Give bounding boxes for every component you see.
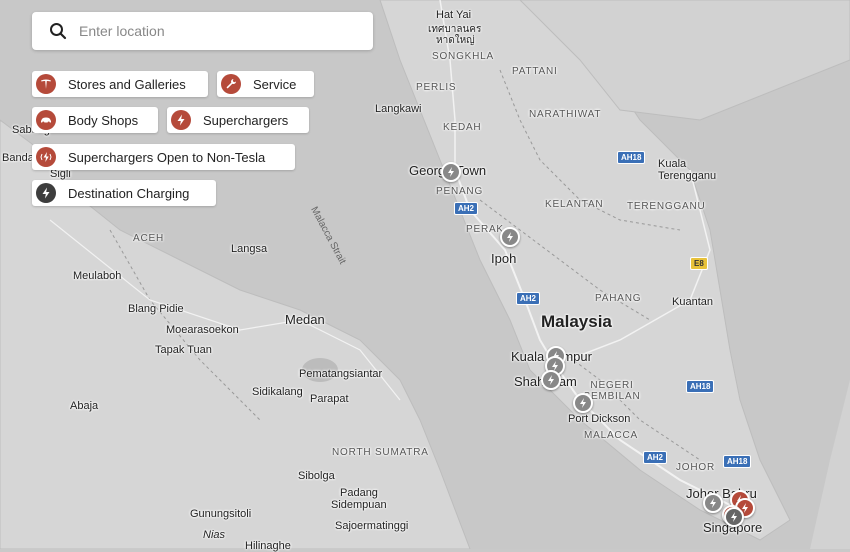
lightning-icon (548, 375, 554, 385)
location-search-bar (32, 12, 373, 50)
town-label-tapak-tuan: Tapak Tuan (155, 344, 212, 356)
car-icon (36, 110, 56, 130)
lightning-icon (580, 398, 586, 408)
town-label-abaja: Abaja (70, 400, 99, 412)
highway-shield-ah2: AH2 (516, 292, 541, 305)
town-label-langkawi: Langkawi (375, 103, 422, 115)
filter-label: Superchargers (203, 112, 289, 128)
region-label-north-sumatra: NORTH SUMATRA (332, 447, 429, 458)
charger-marker[interactable] (441, 162, 461, 182)
lightning-icon (171, 110, 191, 130)
town-label-sibolga: Sibolga (298, 470, 335, 482)
town-label-banda: Banda (2, 152, 34, 164)
region-label-terengganu: TERENGGANU (627, 201, 706, 212)
region-label-johor: JOHOR (676, 462, 715, 473)
lightning-plug-icon (36, 147, 56, 167)
lightning-icon (731, 512, 737, 522)
tesla-logo-icon (36, 74, 56, 94)
highway-shield-e8: E8 (690, 257, 708, 270)
location-search-input[interactable] (77, 22, 373, 40)
town-label-nias: Nias (203, 529, 226, 541)
town-label-padang: Padang (340, 487, 378, 499)
filter-stores-and-galleries[interactable]: Stores and Galleries (32, 71, 208, 97)
filter-service[interactable]: Service (217, 71, 314, 97)
filter-superchargers-non-tesla[interactable]: Superchargers Open to Non-Tesla (32, 144, 295, 170)
lightning-icon (507, 232, 513, 242)
search-icon[interactable] (49, 22, 67, 40)
town-label-sidempuan: Sidempuan (331, 499, 387, 511)
charger-marker[interactable] (724, 507, 744, 527)
region-label-pahang: PAHANG (595, 293, 642, 304)
city-label-hat-yai-thai: หาดใหญ่ (436, 35, 475, 46)
town-label-moearasoekon: Moearasoekon (166, 324, 239, 336)
city-label-kuantan: Kuantan (672, 296, 713, 308)
town-label-sajoermatinggi: Sajoermatinggi (335, 520, 409, 532)
filter-label: Service (253, 76, 297, 92)
region-label-narathiwat: NARATHIWAT (529, 109, 602, 120)
highway-shield-ah2: AH2 (643, 451, 668, 464)
lightning-icon (36, 183, 56, 203)
filter-label: Stores and Galleries (68, 76, 186, 92)
charger-marker[interactable] (703, 493, 723, 513)
filter-body-shops[interactable]: Body Shops (32, 107, 158, 133)
town-label-langsa: Langsa (231, 243, 268, 255)
highway-shield-ah2: AH2 (454, 202, 479, 215)
city-label-ipoh: Ipoh (491, 251, 517, 266)
charger-marker[interactable] (573, 393, 593, 413)
city-label-kuala-terengganu: Kuala Terengganu (658, 158, 717, 182)
lightning-icon (710, 498, 716, 508)
city-label-medan: Medan (285, 312, 325, 327)
town-label-sidikalang: Sidikalang (252, 386, 303, 398)
filter-label: Destination Charging (68, 185, 190, 201)
charger-marker[interactable] (500, 227, 520, 247)
city-label-port-dickson: Port Dickson (568, 413, 631, 425)
country-label-malaysia: Malaysia (541, 312, 612, 331)
highway-shield-ah18: AH18 (686, 380, 715, 393)
filter-label: Superchargers Open to Non-Tesla (68, 149, 266, 165)
highway-shield-ah18: AH18 (723, 455, 752, 468)
town-label-pematangsiantar: Pematangsiantar (299, 368, 383, 380)
city-label-hat-yai: Hat Yai (436, 9, 472, 21)
town-label-blang-pidie: Blang Pidie (128, 303, 184, 315)
region-label-songkhla: SONGKHLA (432, 51, 494, 62)
filter-label: Body Shops (68, 112, 139, 128)
region-label-kelantan: KELANTAN (545, 199, 604, 210)
lightning-icon (448, 167, 454, 177)
town-label-meulaboh: Meulaboh (73, 270, 122, 282)
region-label-perak: PERAK (466, 224, 504, 235)
region-label-malacca: MALACCA (584, 430, 638, 441)
region-label-pattani: PATTANI (512, 66, 558, 77)
region-label-penang: PENANG (436, 186, 484, 197)
town-label-parapat: Parapat (310, 393, 349, 405)
town-label-gunungsitoli: Gunungsitoli (190, 508, 252, 520)
town-label-hilinaghe: Hilinaghe (245, 540, 291, 552)
highway-shield-ah18: AH18 (617, 151, 646, 164)
region-label-aceh: ACEH (133, 233, 164, 244)
filter-destination-charging[interactable]: Destination Charging (32, 180, 216, 206)
wrench-icon (221, 74, 241, 94)
region-label-perlis: PERLIS (416, 82, 457, 93)
charger-marker[interactable] (541, 370, 561, 390)
region-label-kedah: KEDAH (443, 122, 482, 133)
filter-superchargers[interactable]: Superchargers (167, 107, 309, 133)
